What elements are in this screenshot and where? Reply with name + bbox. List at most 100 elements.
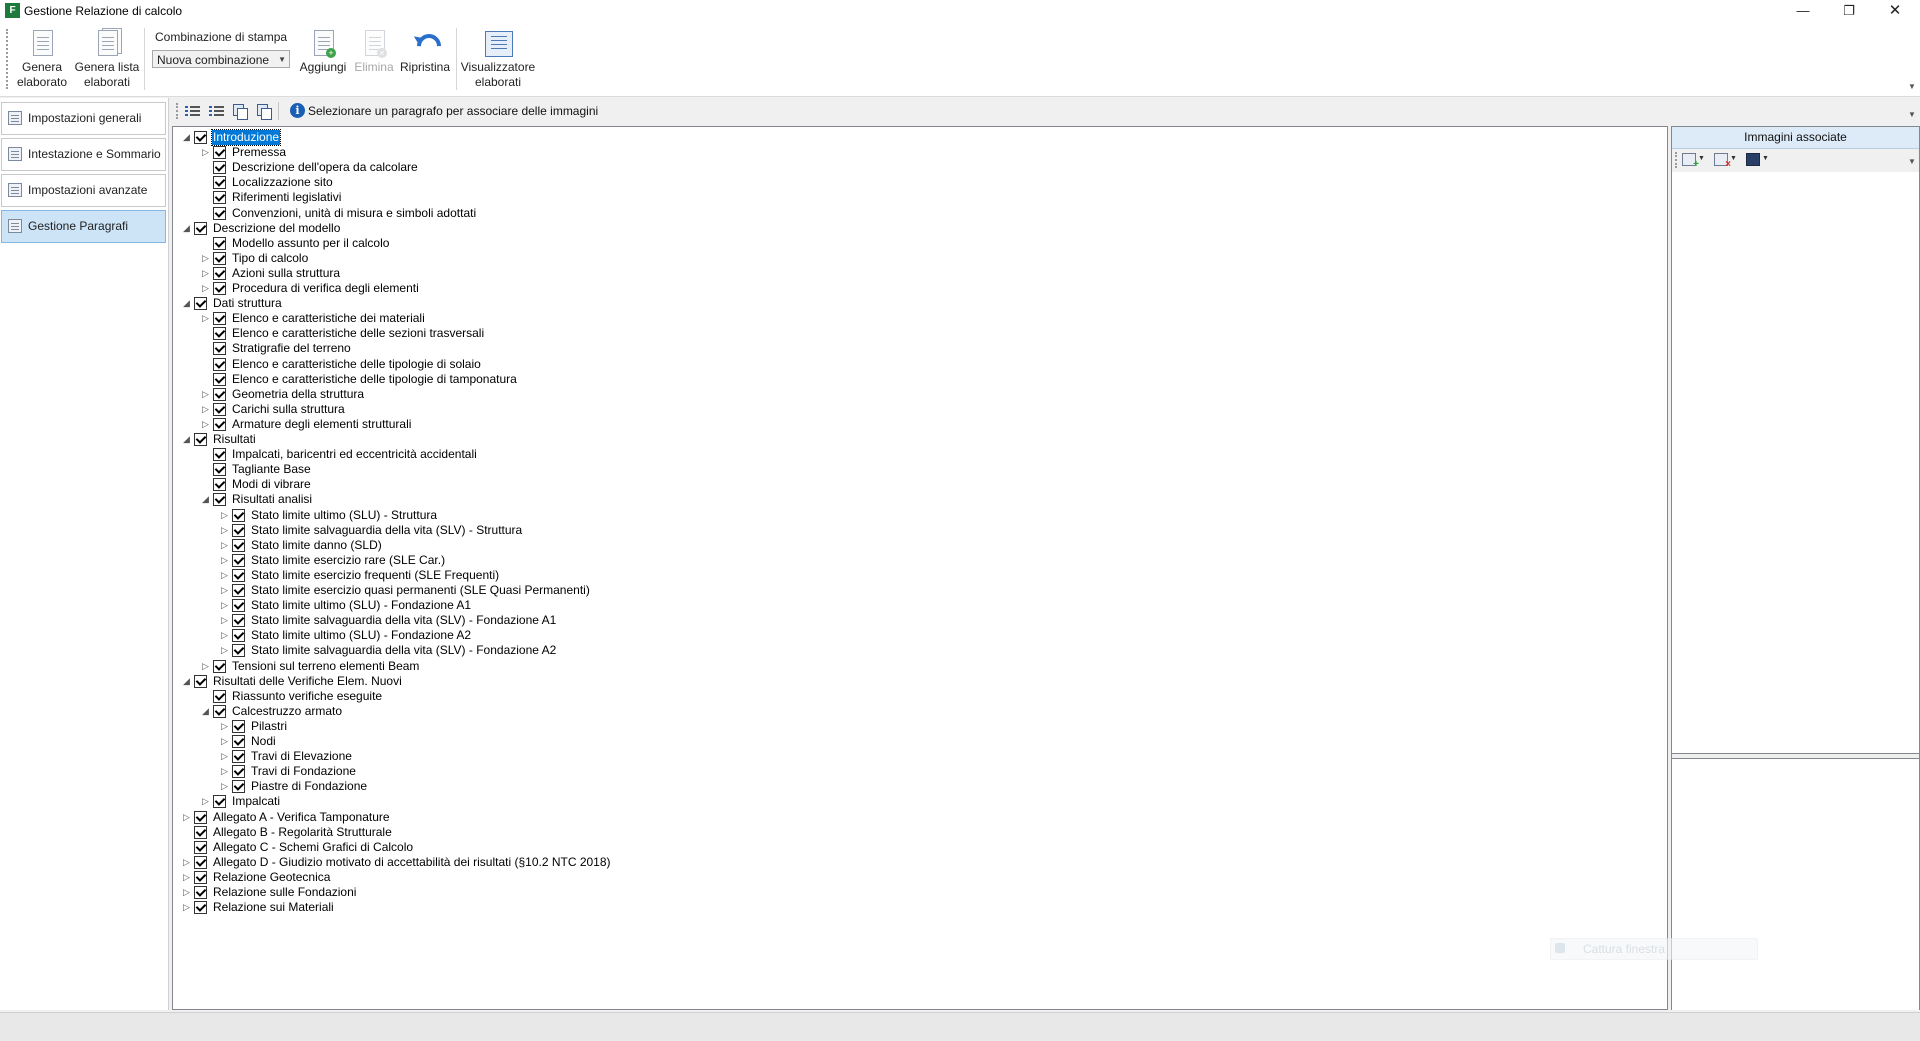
tree-checkbox[interactable] — [194, 433, 207, 446]
tree-node-label[interactable]: Travi di Elevazione — [250, 749, 353, 764]
genera-elaborato-button[interactable]: Genera elaborato — [14, 28, 70, 90]
tree-node-label[interactable]: Riassunto verifiche eseguite — [231, 689, 383, 704]
tree-checkbox[interactable] — [194, 297, 207, 311]
toolbar-grip[interactable] — [1675, 152, 1679, 168]
ripristina-button[interactable]: Ripristina — [398, 28, 452, 75]
tree-node-label[interactable]: Elenco e caratteristiche delle tipologie… — [231, 357, 482, 372]
toolbar-overflow-icon[interactable]: ▼ — [1908, 110, 1916, 119]
tree-node-label[interactable]: Elenco e caratteristiche delle tipologie… — [231, 372, 518, 387]
tree-checkbox[interactable] — [232, 644, 245, 658]
nav-gestione-paragrafi[interactable]: Gestione Paragrafi — [1, 210, 166, 243]
tree-checkbox[interactable] — [232, 553, 245, 567]
nav-impostazioni-avanzate[interactable]: Impostazioni avanzate — [1, 174, 166, 207]
tree-checkbox[interactable] — [194, 825, 207, 839]
tree-checkbox[interactable] — [213, 327, 226, 341]
expand-arrow-icon[interactable]: ▷ — [181, 900, 192, 915]
tree-node-label[interactable]: Relazione sui Materiali — [212, 900, 335, 915]
tree-checkbox[interactable] — [194, 810, 207, 824]
collapse-arrow-icon[interactable]: ◢ — [181, 130, 192, 145]
expand-arrow-icon[interactable]: ▷ — [219, 598, 230, 613]
expand-arrow-icon[interactable]: ▷ — [200, 251, 211, 266]
elimina-button[interactable]: × Elimina — [352, 28, 396, 75]
expand-arrow-icon[interactable]: ▷ — [219, 779, 230, 794]
expand-arrow-icon[interactable]: ▷ — [219, 749, 230, 764]
tree-node-label[interactable]: Stato limite ultimo (SLU) - Struttura — [250, 508, 438, 523]
expand-arrow-icon[interactable]: ▷ — [219, 568, 230, 583]
tree-checkbox[interactable] — [194, 886, 207, 899]
add-image-button[interactable]: ▼ — [1682, 153, 1706, 170]
tree-node-label[interactable]: Allegato B - Regolarità Strutturale — [212, 825, 393, 840]
tree-checkbox[interactable] — [232, 599, 245, 613]
tree-checkbox[interactable] — [213, 659, 226, 673]
expand-arrow-icon[interactable]: ▷ — [219, 553, 230, 568]
ribbon-collapse-icon[interactable]: ▼ — [1908, 82, 1916, 91]
tree-node-label[interactable]: Stato limite esercizio quasi permanenti … — [250, 583, 591, 598]
collapse-all-icon[interactable] — [208, 103, 224, 119]
tree-node-label[interactable]: Stato limite ultimo (SLU) - Fondazione A… — [250, 598, 472, 613]
tree-node-label[interactable]: Geometria della struttura — [231, 387, 365, 402]
tree-checkbox[interactable] — [232, 629, 245, 643]
tree-node-label[interactable]: Impalcati — [231, 794, 281, 809]
tree-node-label[interactable]: Carichi sulla struttura — [231, 402, 346, 417]
tree-checkbox[interactable] — [194, 674, 207, 688]
tree-node-label[interactable]: Risultati delle Verifiche Elem. Nuovi — [212, 674, 403, 689]
toolbar-overflow-icon[interactable]: ▼ — [1908, 157, 1916, 166]
combinazione-select[interactable]: Nuova combinazione ▼ — [152, 50, 290, 68]
genera-lista-elaborati-button[interactable]: Genera lista elaborati — [74, 28, 140, 90]
toolbar-grip[interactable] — [6, 29, 11, 89]
tree-node-label[interactable]: Introduzione — [210, 129, 282, 146]
tree-checkbox[interactable] — [213, 342, 226, 356]
tree-node-label[interactable]: Premessa — [231, 145, 287, 160]
tree-node-label[interactable]: Modello assunto per il calcolo — [231, 236, 390, 251]
expand-arrow-icon[interactable]: ▷ — [181, 870, 192, 885]
collapse-arrow-icon[interactable]: ◢ — [181, 296, 192, 311]
tree-node-label[interactable]: Stato limite salvaguardia della vita (SL… — [250, 523, 523, 538]
expand-arrow-icon[interactable]: ▷ — [219, 643, 230, 658]
tree-node-label[interactable]: Pilastri — [250, 719, 288, 734]
close-button[interactable]: ✕ — [1872, 0, 1918, 22]
tree-checkbox[interactable] — [213, 795, 226, 809]
tree-checkbox[interactable] — [213, 704, 226, 718]
tree-node-label[interactable]: Nodi — [250, 734, 277, 749]
tree-checkbox[interactable] — [232, 538, 245, 552]
tree-node-label[interactable]: Relazione sulle Fondazioni — [212, 885, 357, 900]
tree-node-label[interactable]: Tipo di calcolo — [231, 251, 309, 266]
tree-checkbox[interactable] — [213, 251, 226, 265]
expand-arrow-icon[interactable]: ▷ — [219, 538, 230, 553]
expand-arrow-icon[interactable]: ▷ — [219, 613, 230, 628]
tree-node-label[interactable]: Stato limite danno (SLD) — [250, 538, 383, 553]
expand-arrow-icon[interactable]: ▷ — [181, 885, 192, 900]
tree-checkbox[interactable] — [213, 282, 226, 295]
tree-node-label[interactable]: Localizzazione sito — [231, 175, 334, 190]
expand-arrow-icon[interactable]: ▷ — [219, 523, 230, 538]
tree-checkbox[interactable] — [213, 312, 226, 326]
tree-node-label[interactable]: Stato limite esercizio frequenti (SLE Fr… — [250, 568, 500, 583]
tree-node-label[interactable]: Relazione Geotecnica — [212, 870, 331, 885]
tree-checkbox[interactable] — [232, 584, 245, 597]
tree-checkbox[interactable] — [213, 176, 226, 190]
tree-node-label[interactable]: Modi di vibrare — [231, 477, 312, 492]
expand-arrow-icon[interactable]: ▷ — [200, 402, 211, 417]
tree-checkbox[interactable] — [194, 221, 207, 235]
tree-node-label[interactable]: Stratigrafie del terreno — [231, 341, 352, 356]
tree-checkbox[interactable] — [213, 402, 226, 416]
expand-arrow-icon[interactable]: ▷ — [219, 508, 230, 523]
tree-node-label[interactable]: Tagliante Base — [231, 462, 312, 477]
expand-arrow-icon[interactable]: ▷ — [200, 281, 211, 296]
tree-checkbox[interactable] — [213, 478, 226, 492]
tree-checkbox[interactable] — [232, 508, 245, 522]
expand-arrow-icon[interactable]: ▷ — [200, 387, 211, 402]
tree-checkbox[interactable] — [194, 870, 207, 884]
tree-node-label[interactable]: Stato limite ultimo (SLU) - Fondazione A… — [250, 628, 472, 643]
tree-node-label[interactable]: Azioni sulla struttura — [231, 266, 341, 281]
associated-images-list[interactable] — [1672, 172, 1919, 754]
tree-node-label[interactable]: Impalcati, baricentri ed eccentricità ac… — [231, 447, 478, 462]
tree-node-label[interactable]: Risultati — [212, 432, 257, 447]
expand-arrow-icon[interactable]: ▷ — [181, 810, 192, 825]
tree-checkbox[interactable] — [213, 191, 226, 205]
tree-checkbox[interactable] — [232, 780, 245, 794]
tree-node-label[interactable]: Risultati analisi — [231, 492, 313, 507]
tree-checkbox[interactable] — [213, 146, 226, 160]
expand-arrow-icon[interactable]: ▷ — [200, 417, 211, 432]
tree-node-label[interactable]: Stato limite salvaguardia della vita (SL… — [250, 643, 557, 658]
